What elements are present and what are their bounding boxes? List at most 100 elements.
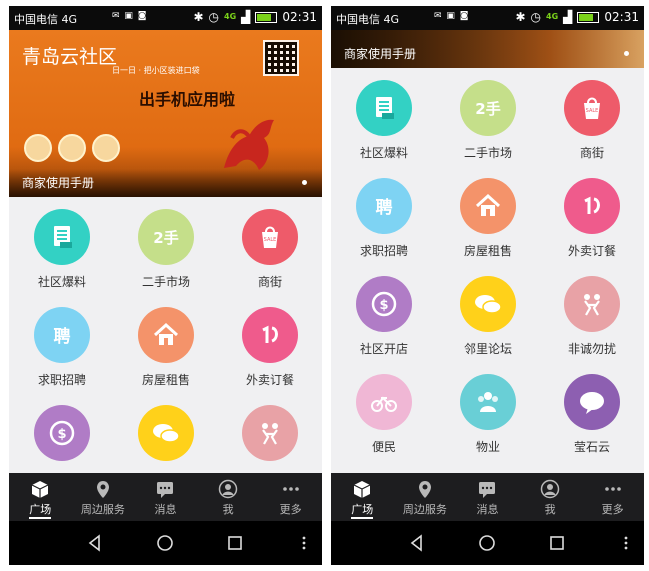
takeout-icon — [242, 307, 298, 363]
svg-text:$: $ — [379, 298, 388, 313]
message-icon — [157, 482, 174, 498]
tile-label: 社区爆料 — [37, 275, 86, 289]
tile-label: 邻里论坛 — [463, 342, 512, 356]
grid-tile[interactable]: 聘求职招聘 — [332, 166, 436, 264]
grid-tile[interactable]: 邻里论坛 — [436, 264, 540, 362]
secondhand-icon: 2手 — [460, 80, 516, 136]
coin-icon: $ — [34, 405, 90, 461]
system-nav-bar — [9, 521, 322, 565]
tile-label: 二手市场 — [141, 275, 190, 289]
svg-text:$: $ — [57, 427, 66, 442]
svg-text:2手: 2手 — [153, 229, 178, 247]
system-nav-bar — [331, 521, 644, 565]
clock: 02:31 — [604, 10, 639, 24]
carrier-label: 中国电信 4G — [336, 13, 400, 26]
tile-label: 便民 — [371, 440, 396, 454]
coin-icon: $ — [356, 276, 412, 332]
tile-label: 外卖订餐 — [567, 244, 616, 258]
tab-location-pin[interactable]: 周边服务 — [394, 473, 457, 521]
grid-tile[interactable]: 房屋租售 — [436, 166, 540, 264]
tab-label: 广场 — [351, 503, 374, 519]
shopping-bag-icon: SALE — [564, 80, 620, 136]
hire-icon: 聘 — [356, 178, 412, 234]
bottom-tab-bar: 广场 周边服务 消息 我 更多 — [331, 473, 644, 521]
grid-tile[interactable]: 便民 — [332, 362, 436, 460]
tab-location-pin[interactable]: 周边服务 — [72, 473, 135, 521]
grid-tile[interactable]: 房屋租售 — [114, 295, 218, 393]
ornament-disc — [24, 134, 52, 162]
grid-tile[interactable]: 2手 二手市场 — [436, 68, 540, 166]
banner-ornaments — [24, 134, 120, 162]
grid-tile[interactable]: 外卖订餐 — [218, 295, 322, 393]
grid-tile[interactable]: 莹石云 — [540, 362, 644, 460]
cube-icon — [354, 481, 371, 498]
menu-icon[interactable] — [294, 533, 314, 553]
network-type: 4G — [546, 12, 559, 21]
tile-label: 房屋租售 — [463, 244, 512, 258]
grid-tile[interactable]: SALE 商街 — [218, 197, 322, 295]
news-icon — [34, 209, 90, 265]
tab-person[interactable]: 我 — [519, 473, 582, 521]
home-icon[interactable] — [477, 533, 497, 553]
banner-caption-bar: 商家使用手册 — [331, 30, 644, 68]
grid-tile[interactable]: 2手二手市场 — [114, 197, 218, 295]
grid-tile[interactable]: 社区爆料 — [332, 68, 436, 166]
banner-caption: 商家使用手册 — [344, 47, 417, 61]
tile-label: 社区爆料 — [359, 146, 408, 160]
takeout-icon — [564, 178, 620, 234]
message-icon — [479, 482, 496, 498]
battery-icon — [577, 11, 600, 23]
network-type: 4G — [224, 12, 237, 21]
ornament-disc — [58, 134, 86, 162]
recents-icon[interactable] — [547, 533, 567, 553]
back-icon[interactable] — [407, 533, 427, 553]
promo-banner[interactable]: 青岛云社区 日一日 · 把小区装进口袋 出手机应用啦 商家使用手册 — [9, 30, 322, 197]
tab-more[interactable]: 更多 — [259, 473, 322, 521]
grid-tile[interactable]: SALE 商街 — [540, 68, 644, 166]
ornament-disc — [92, 134, 120, 162]
tab-more[interactable]: 更多 — [581, 473, 644, 521]
tab-label: 消息 — [476, 503, 499, 516]
chat-icon — [460, 276, 516, 332]
grid-tile[interactable]: $ 社区开店 — [332, 264, 436, 362]
phone-screen-left: 中国电信 4G ✉ ▣ ◙ ✱ ◷ 4G ▟ 02:31 青岛云社区 日一日 ·… — [9, 6, 322, 565]
brand-subtitle: 日一日 · 把小区装进口袋 — [112, 66, 200, 75]
tab-cube[interactable]: 广场 — [9, 473, 72, 521]
grid-tile[interactable]: 聘求职招聘 — [10, 295, 114, 393]
people-icon — [460, 374, 516, 430]
carousel-dot-indicator — [302, 180, 307, 185]
recents-icon[interactable] — [225, 533, 245, 553]
svg-text:2手: 2手 — [475, 100, 500, 118]
tab-label: 我 — [544, 503, 556, 516]
chat-icon — [138, 405, 194, 461]
grid-tile[interactable]: 外卖订餐 — [540, 166, 644, 264]
promo-banner-collapsed[interactable]: 商家使用手册 — [331, 30, 644, 68]
signal-icon: ▟ — [563, 10, 573, 24]
tile-label: 社区开店 — [359, 342, 408, 356]
tile-label: 非诚勿扰 — [567, 342, 616, 356]
banner-tagline: 出手机应用啦 — [139, 90, 236, 109]
horse-illustration — [224, 119, 274, 170]
tab-label: 周边服务 — [402, 503, 447, 516]
tab-label: 消息 — [154, 503, 177, 516]
tab-cube[interactable]: 广场 — [331, 473, 394, 521]
secondhand-icon: 2手 — [138, 209, 194, 265]
tab-person[interactable]: 我 — [197, 473, 260, 521]
menu-icon[interactable] — [616, 533, 636, 553]
home-icon[interactable] — [155, 533, 175, 553]
grid-tile[interactable]: 非诚勿扰 — [540, 264, 644, 362]
grid-tile[interactable]: 社区爆料 — [10, 197, 114, 295]
tab-message[interactable]: 消息 — [134, 473, 197, 521]
tab-label: 广场 — [29, 503, 52, 519]
back-icon[interactable] — [85, 533, 105, 553]
tile-label: 莹石云 — [573, 440, 610, 454]
svg-text:聘: 聘 — [376, 197, 393, 218]
banner-caption-bar: 商家使用手册 — [9, 169, 322, 197]
house-icon — [138, 307, 194, 363]
tile-label: 商街 — [257, 275, 282, 289]
tab-label: 周边服务 — [80, 503, 125, 516]
tile-label: 外卖订餐 — [245, 373, 294, 387]
grid-tile[interactable]: 物业 — [436, 362, 540, 460]
tab-message[interactable]: 消息 — [456, 473, 519, 521]
house-icon — [460, 178, 516, 234]
